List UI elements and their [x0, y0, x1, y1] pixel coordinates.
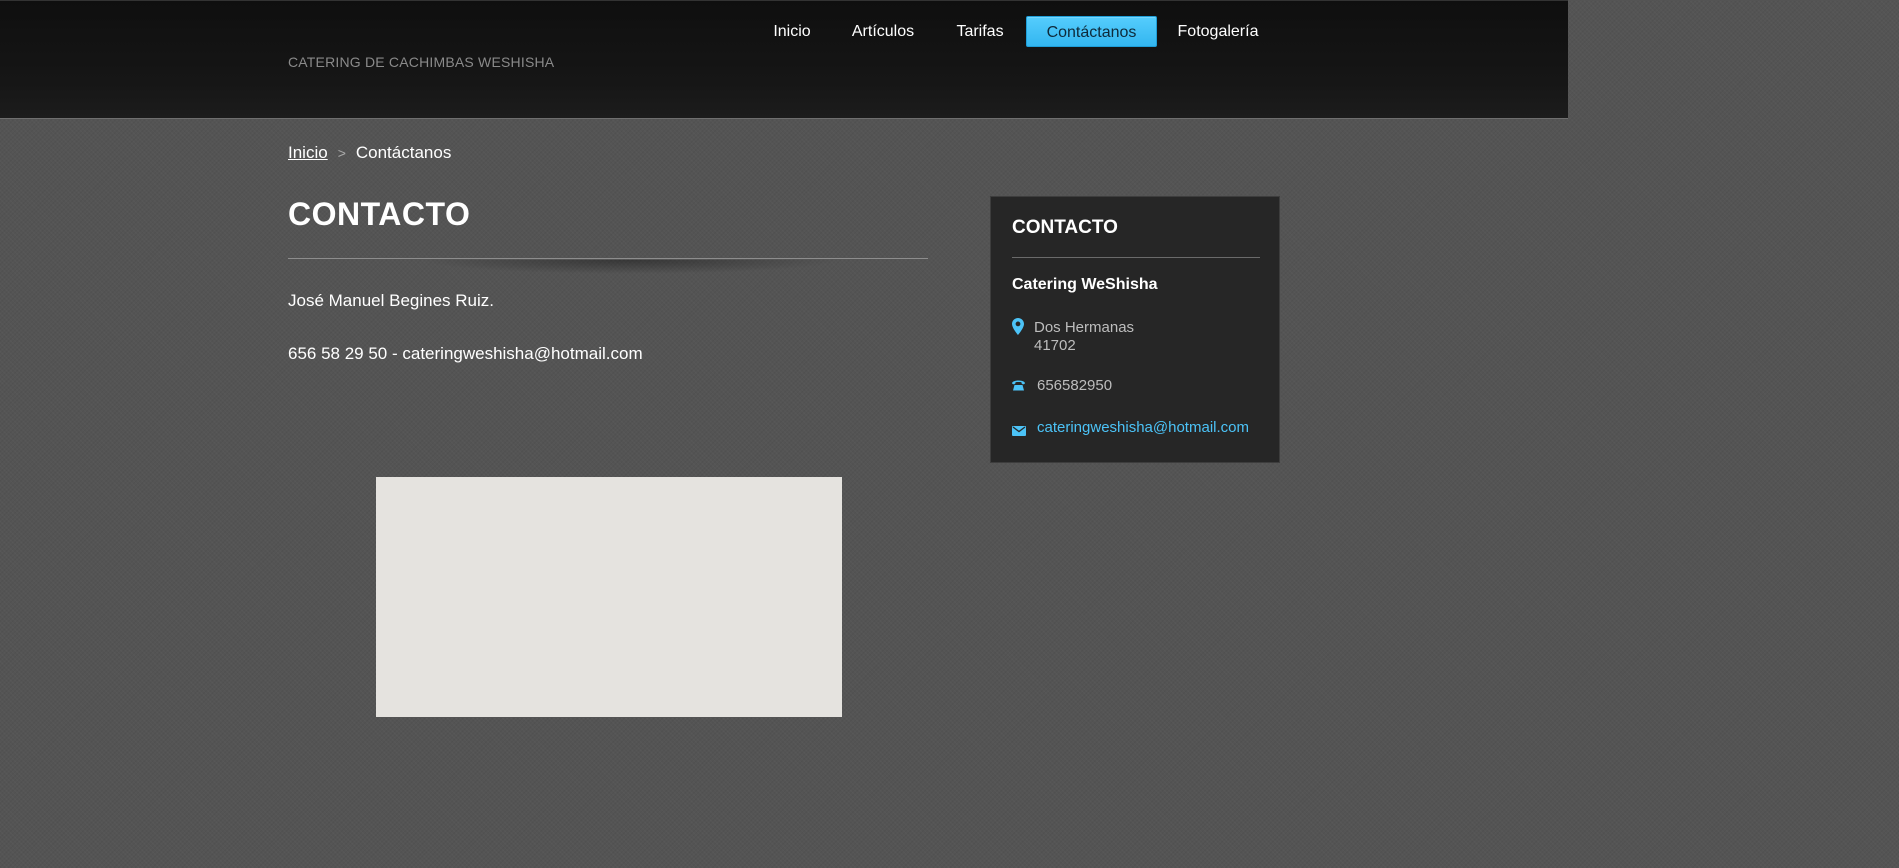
nav-item-inicio[interactable]: Inicio: [762, 16, 822, 47]
contact-line: 656 58 29 50 - cateringweshisha@hotmail.…: [288, 344, 643, 363]
title-divider: [288, 258, 928, 259]
title-divider-shadow: [420, 260, 840, 274]
breadcrumb-separator: >: [337, 145, 346, 161]
sidebar-title: CONTACTO: [1012, 217, 1118, 238]
page-title: CONTACTO: [288, 196, 471, 232]
sidebar-phone: 656582950: [1037, 377, 1113, 394]
map-embed[interactable]: [376, 477, 842, 717]
sidebar-company: Catering WeShisha: [1012, 276, 1158, 293]
contact-name: José Manuel Begines Ruiz.: [288, 291, 495, 310]
breadcrumb: Inicio > Contáctanos: [288, 143, 451, 163]
sidebar-postal-code: 41702: [1034, 337, 1076, 354]
nav-item-contactanos[interactable]: Contáctanos: [1026, 16, 1157, 47]
contact-sidebar: CONTACTO Catering WeShisha Dos Hermanas …: [990, 196, 1280, 463]
breadcrumb-home-link[interactable]: Inicio: [288, 143, 328, 162]
nav-item-tarifas[interactable]: Tarifas: [945, 16, 1015, 47]
mail-icon: [1012, 423, 1026, 441]
site-title: CATERING DE CACHIMBAS WESHISHA: [288, 54, 555, 70]
sidebar-divider: [1012, 257, 1260, 258]
phone-icon: [1011, 378, 1026, 396]
sidebar-email-link[interactable]: cateringweshisha@hotmail.com: [1037, 419, 1249, 436]
site-header: CATERING DE CACHIMBAS WESHISHA Inicio Ar…: [0, 0, 1568, 119]
nav-item-articulos[interactable]: Artículos: [841, 16, 925, 47]
nav-item-fotogaleria[interactable]: Fotogalería: [1168, 16, 1268, 47]
map-pin-icon: [1012, 318, 1024, 340]
breadcrumb-current: Contáctanos: [355, 143, 452, 162]
sidebar-address: Dos Hermanas 41702: [1034, 319, 1134, 355]
sidebar-city: Dos Hermanas: [1034, 319, 1135, 336]
